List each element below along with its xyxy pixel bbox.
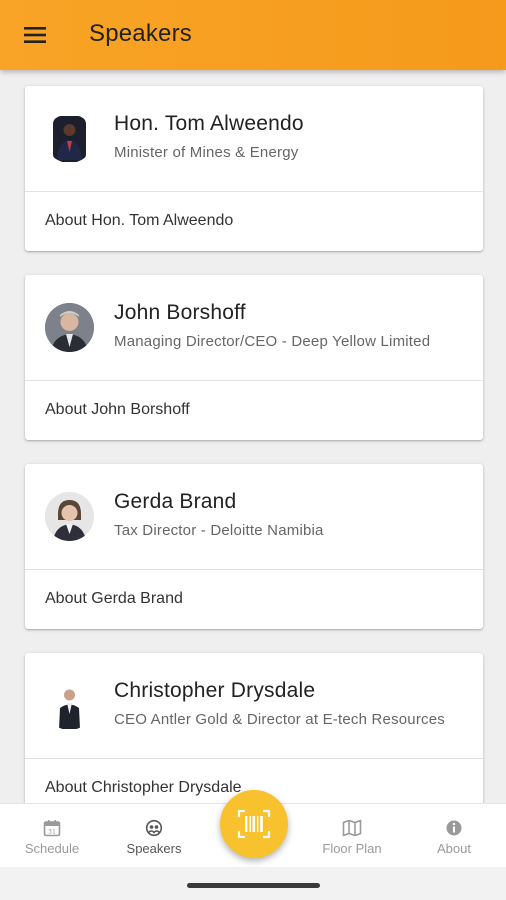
about-speaker-link[interactable]: About John Borshoff bbox=[45, 401, 190, 419]
speaker-name: John Borshoff bbox=[114, 301, 246, 324]
nav-label-speakers: Speakers bbox=[126, 841, 182, 856]
home-gesture-handle[interactable] bbox=[187, 883, 320, 888]
system-navigation-bar bbox=[0, 867, 506, 900]
info-icon bbox=[444, 818, 464, 838]
map-icon bbox=[342, 818, 362, 838]
speaker-name: Christopher Drysdale bbox=[114, 679, 316, 702]
speaker-list[interactable]: Hon. Tom Alweendo Minister of Mines & En… bbox=[0, 70, 506, 803]
about-speaker-link[interactable]: About Gerda Brand bbox=[45, 590, 183, 608]
speaker-avatar bbox=[45, 303, 94, 352]
speaker-card: Hon. Tom Alweendo Minister of Mines & En… bbox=[25, 86, 483, 251]
scan-barcode-button[interactable] bbox=[220, 790, 288, 858]
speaker-name: Hon. Tom Alweendo bbox=[114, 112, 304, 135]
calendar-icon: 31 bbox=[42, 818, 62, 838]
nav-speakers[interactable]: Speakers bbox=[104, 818, 204, 862]
speaker-name: Gerda Brand bbox=[114, 490, 237, 513]
speakers-icon bbox=[144, 818, 164, 838]
speaker-card-header[interactable]: Hon. Tom Alweendo Minister of Mines & En… bbox=[25, 86, 483, 191]
speaker-role: Managing Director/CEO - Deep Yellow Limi… bbox=[114, 333, 431, 350]
speaker-role: CEO Antler Gold & Director at E-tech Res… bbox=[114, 711, 445, 728]
speaker-card-header[interactable]: Gerda Brand Tax Director - Deloitte Nami… bbox=[25, 464, 483, 569]
card-divider bbox=[25, 380, 483, 381]
menu-button[interactable] bbox=[16, 20, 54, 50]
speaker-card: John Borshoff Managing Director/CEO - De… bbox=[25, 275, 483, 440]
page-title: Speakers bbox=[89, 20, 192, 47]
speaker-card-header[interactable]: John Borshoff Managing Director/CEO - De… bbox=[25, 275, 483, 380]
nav-label-about: About bbox=[437, 841, 471, 856]
app-bar: Speakers bbox=[0, 0, 506, 70]
svg-text:31: 31 bbox=[48, 828, 56, 835]
speaker-card: Christopher Drysdale CEO Antler Gold & D… bbox=[25, 653, 483, 803]
nav-floor-plan[interactable]: Floor Plan bbox=[302, 818, 402, 862]
nav-label-schedule: Schedule bbox=[24, 841, 80, 856]
about-speaker-link[interactable]: About Hon. Tom Alweendo bbox=[45, 212, 233, 230]
nav-about[interactable]: About bbox=[404, 818, 504, 862]
speaker-role: Tax Director - Deloitte Namibia bbox=[114, 522, 324, 539]
card-divider bbox=[25, 569, 483, 570]
speaker-avatar bbox=[45, 492, 94, 541]
speaker-card-header[interactable]: Christopher Drysdale CEO Antler Gold & D… bbox=[25, 653, 483, 758]
barcode-scan-icon bbox=[237, 809, 271, 839]
speaker-avatar bbox=[45, 681, 94, 730]
hamburger-menu-icon bbox=[24, 27, 46, 43]
nav-schedule[interactable]: 31 Schedule bbox=[2, 818, 102, 862]
speaker-avatar bbox=[45, 114, 94, 163]
nav-label-floor-plan: Floor Plan bbox=[322, 841, 382, 856]
card-divider bbox=[25, 758, 483, 759]
card-divider bbox=[25, 191, 483, 192]
about-speaker-link[interactable]: About Christopher Drysdale bbox=[45, 779, 242, 797]
speaker-card: Gerda Brand Tax Director - Deloitte Nami… bbox=[25, 464, 483, 629]
speaker-role: Minister of Mines & Energy bbox=[114, 144, 299, 161]
